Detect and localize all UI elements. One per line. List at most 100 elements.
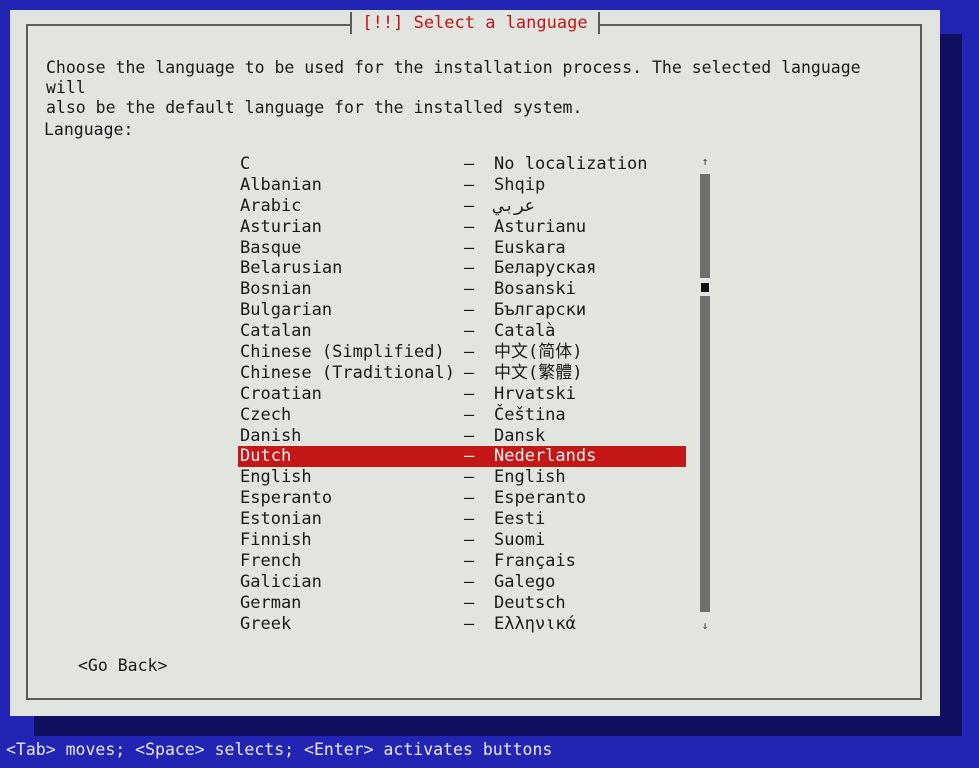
- scrollbar-thumb[interactable]: [701, 283, 709, 292]
- language-english-name: Asturian: [240, 216, 322, 237]
- scrollbar-track-upper[interactable]: [700, 174, 710, 278]
- language-option[interactable]: Croatian – Hrvatski: [238, 384, 686, 405]
- language-list-label: Language:: [44, 120, 134, 139]
- language-native-name: Bosanski: [494, 279, 576, 300]
- language-native-name: عربي: [494, 195, 535, 216]
- language-separator: –: [464, 216, 475, 237]
- language-option[interactable]: Chinese (Simplified) – 中文(简体): [238, 342, 686, 363]
- language-option[interactable]: Catalan – Català: [238, 321, 686, 342]
- language-list[interactable]: C – No localization Albanian – Shqip Arabic – عر…: [238, 154, 686, 634]
- language-separator: –: [464, 425, 475, 446]
- language-english-name: English: [240, 467, 312, 488]
- language-option[interactable]: Greek – Ελληνικά: [238, 614, 686, 635]
- language-separator: –: [464, 509, 475, 530]
- language-separator: –: [464, 404, 475, 425]
- scrollbar-track-lower[interactable]: [700, 296, 710, 612]
- language-option[interactable]: English – English: [238, 467, 686, 488]
- select-language-dialog: [!!] Select a language Choose the langua…: [10, 10, 940, 716]
- status-bar: <Tab> moves; <Space> selects; <Enter> ac…: [6, 740, 553, 759]
- language-option[interactable]: Albanian – Shqip: [238, 175, 686, 196]
- language-separator: –: [464, 446, 475, 467]
- language-english-name: Catalan: [240, 321, 312, 342]
- language-option[interactable]: Bosnian – Bosanski: [238, 279, 686, 300]
- language-english-name: Finnish: [240, 530, 312, 551]
- language-separator: –: [464, 154, 475, 174]
- language-native-name: Ελληνικά: [494, 613, 576, 634]
- language-separator: –: [464, 174, 475, 195]
- language-separator: –: [464, 195, 475, 216]
- language-native-name: Shqip: [494, 174, 546, 195]
- language-native-name: Hrvatski: [494, 383, 576, 404]
- language-native-name: English: [494, 467, 566, 488]
- language-separator: –: [464, 279, 475, 300]
- go-back-button[interactable]: <Go Back>: [78, 656, 167, 675]
- language-option[interactable]: Belarusian – Беларуская: [238, 258, 686, 279]
- language-option[interactable]: Dutch – Nederlands: [238, 446, 686, 468]
- language-english-name: Galician: [240, 571, 322, 592]
- language-english-name: Czech: [240, 404, 292, 425]
- language-separator: –: [464, 383, 475, 404]
- language-native-name: Беларуская: [494, 258, 597, 279]
- language-english-name: Estonian: [240, 509, 322, 530]
- language-english-name: Esperanto: [240, 488, 333, 509]
- language-english-name: Croatian: [240, 383, 322, 404]
- language-english-name: German: [240, 592, 302, 613]
- language-english-name: Greek: [240, 613, 292, 634]
- language-separator: –: [464, 362, 475, 383]
- language-native-name: Esperanto: [494, 488, 587, 509]
- language-english-name: Chinese (Traditional): [240, 362, 455, 383]
- language-option[interactable]: Finnish – Suomi: [238, 530, 686, 551]
- language-native-name: Čeština: [494, 404, 566, 425]
- language-native-name: Български: [494, 300, 587, 321]
- language-option[interactable]: Czech – Čeština: [238, 405, 686, 426]
- language-english-name: Basque: [240, 237, 302, 258]
- language-english-name: C: [240, 154, 251, 174]
- language-option[interactable]: Bulgarian – Български: [238, 300, 686, 321]
- language-english-name: Bulgarian: [240, 300, 333, 321]
- language-separator: –: [464, 321, 475, 342]
- language-separator: –: [464, 258, 475, 279]
- language-separator: –: [464, 488, 475, 509]
- language-option[interactable]: C – No localization: [238, 154, 686, 175]
- dialog-description: Choose the language to be used for the i…: [46, 58, 861, 117]
- scroll-up-arrow-icon[interactable]: ↑: [698, 156, 712, 168]
- language-option[interactable]: Danish – Dansk: [238, 426, 686, 447]
- language-separator: –: [464, 530, 475, 551]
- dialog-title: [!!] Select a language: [350, 12, 600, 34]
- language-english-name: French: [240, 550, 302, 571]
- language-option[interactable]: Basque – Euskara: [238, 238, 686, 259]
- language-separator: –: [464, 467, 475, 488]
- language-native-name: Català: [494, 321, 556, 342]
- language-separator: –: [464, 550, 475, 571]
- language-option[interactable]: Chinese (Traditional) – 中文(繁體): [238, 363, 686, 384]
- language-native-name: Galego: [494, 571, 556, 592]
- language-native-name: Dansk: [494, 425, 546, 446]
- language-option[interactable]: Estonian – Eesti: [238, 509, 686, 530]
- language-option[interactable]: Galician – Galego: [238, 572, 686, 593]
- language-native-name: Asturianu: [494, 216, 587, 237]
- language-native-name: Deutsch: [494, 592, 566, 613]
- language-separator: –: [464, 592, 475, 613]
- language-option[interactable]: Arabic – عربي: [238, 196, 686, 217]
- language-native-name: Français: [494, 550, 576, 571]
- language-option[interactable]: French – Français: [238, 551, 686, 572]
- language-native-name: Eesti: [494, 509, 546, 530]
- language-native-name: 中文(简体): [494, 342, 583, 363]
- language-option[interactable]: German – Deutsch: [238, 593, 686, 614]
- language-separator: –: [464, 237, 475, 258]
- language-option[interactable]: Asturian – Asturianu: [238, 217, 686, 238]
- language-native-name: 中文(繁體): [494, 362, 583, 383]
- language-native-name: Euskara: [494, 237, 566, 258]
- language-separator: –: [464, 613, 475, 634]
- scroll-down-arrow-icon[interactable]: ↓: [698, 620, 712, 632]
- language-list-scrollbar[interactable]: ↑ ↓: [698, 156, 712, 632]
- language-native-name: Nederlands: [494, 446, 597, 467]
- language-english-name: Chinese (Simplified): [240, 342, 445, 363]
- language-english-name: Danish: [240, 425, 302, 446]
- language-english-name: Belarusian: [240, 258, 343, 279]
- language-english-name: Bosnian: [240, 279, 312, 300]
- language-separator: –: [464, 300, 475, 321]
- language-separator: –: [464, 571, 475, 592]
- language-option[interactable]: Esperanto – Esperanto: [238, 488, 686, 509]
- language-english-name: Arabic: [240, 195, 302, 216]
